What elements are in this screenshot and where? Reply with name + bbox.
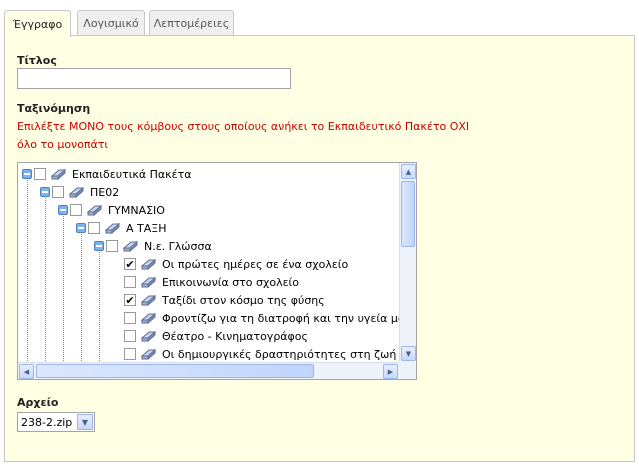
- tree-node-label: Ταξίδι στον κόσμο της φύσης: [162, 293, 325, 307]
- arrow-down-icon[interactable]: ▼: [401, 346, 416, 361]
- classification-tree[interactable]: Εκπαιδευτικά Πακέτα ΠΕ02 ΓΥΜΝΑΣΙΟ Α ΤΑΞΗ Ν.ε…: [17, 162, 417, 380]
- arrow-up-icon[interactable]: ▲: [401, 164, 416, 179]
- package-node-icon: [140, 257, 157, 271]
- tree-node[interactable]: Θέατρο - Κινηματογράφος: [124, 327, 308, 345]
- tab-details[interactable]: Λεπτομέρειες: [149, 10, 234, 36]
- tree-node-checkbox[interactable]: [124, 276, 136, 288]
- tree-node[interactable]: Ν.ε. Γλώσσα: [94, 237, 212, 255]
- tree-guide-line: [81, 231, 82, 367]
- package-node-icon: [140, 347, 157, 361]
- tree-node-label: Εκπαιδευτικά Πακέτα: [72, 167, 192, 181]
- tree-guide-line: [99, 249, 100, 367]
- tree-guide-line: [27, 177, 28, 367]
- tree-node[interactable]: Φροντίζω για τη διατροφή και την υγεία μ…: [124, 309, 411, 327]
- tree-node-label: ΠΕ02: [90, 185, 120, 199]
- tree-expander-icon[interactable]: [58, 205, 68, 215]
- tab-details-label: Λεπτομέρειες: [153, 17, 230, 30]
- tree-guide-line: [45, 195, 46, 367]
- classification-note-line1: Επιλέξτε ΜΟΝΟ τους κόμβους στους οποίους…: [17, 120, 470, 133]
- tree-node[interactable]: Οι δημιουργικές δραστηριότητες στη ζωή μ…: [124, 345, 417, 363]
- chevron-down-icon[interactable]: ▼: [77, 414, 93, 430]
- arrow-right-icon[interactable]: ▶: [383, 364, 398, 379]
- tree-node-checkbox[interactable]: [124, 348, 136, 360]
- tree-node-checkbox[interactable]: [124, 330, 136, 342]
- tree-node-checkbox[interactable]: [52, 186, 64, 198]
- vertical-scroll-thumb[interactable]: [401, 181, 415, 247]
- package-node-icon: [140, 293, 157, 307]
- tree-node-checkbox[interactable]: [88, 222, 100, 234]
- tree-node-checkbox[interactable]: [106, 240, 118, 252]
- tree-node-checkbox[interactable]: [124, 312, 136, 324]
- tree-node-label: Θέατρο - Κινηματογράφος: [162, 329, 308, 343]
- tree-node[interactable]: Ταξίδι στον κόσμο της φύσης: [124, 291, 325, 309]
- tree-node-label: Ν.ε. Γλώσσα: [144, 239, 212, 253]
- tree-guide-line: [63, 213, 64, 367]
- file-label: Αρχείο: [17, 396, 59, 409]
- document-panel: Τίτλος Ταξινόμηση Επιλέξτε ΜΟΝΟ τους κόμ…: [4, 35, 635, 462]
- tree-node-checkbox[interactable]: [124, 294, 136, 306]
- tree-node-checkbox[interactable]: [70, 204, 82, 216]
- package-node-icon: [68, 185, 85, 199]
- horizontal-scroll-thumb[interactable]: [36, 364, 314, 378]
- scroll-corner: [399, 362, 416, 379]
- tree-node-checkbox[interactable]: [124, 258, 136, 270]
- package-node-icon: [122, 239, 139, 253]
- tab-software[interactable]: Λογισμικό: [77, 10, 145, 36]
- tree-node-label: Οι δημιουργικές δραστηριότητες στη ζωή μ…: [162, 347, 417, 361]
- tree-node[interactable]: Επικοινωνία στο σχολείο: [124, 273, 299, 291]
- classification-label: Ταξινόμηση: [17, 102, 91, 115]
- tree-node-label: Φροντίζω για τη διατροφή και την υγεία μ…: [162, 311, 411, 325]
- tree-horizontal-scrollbar[interactable]: ◀ ▶: [18, 362, 399, 379]
- tree-node[interactable]: Α ΤΑΞΗ: [76, 219, 167, 237]
- package-node-icon: [140, 329, 157, 343]
- tree-node[interactable]: Εκπαιδευτικά Πακέτα: [22, 165, 191, 183]
- tree-expander-icon[interactable]: [94, 241, 104, 251]
- package-node-icon: [50, 167, 67, 181]
- arrow-left-icon[interactable]: ◀: [19, 364, 34, 379]
- package-node-icon: [140, 311, 157, 325]
- tab-document[interactable]: Έγγραφο: [4, 10, 71, 37]
- tree-node-label: Επικοινωνία στο σχολείο: [162, 275, 299, 289]
- title-label: Τίτλος: [17, 54, 57, 67]
- tree-node-checkbox[interactable]: [34, 168, 46, 180]
- tree-node[interactable]: ΠΕ02: [40, 183, 119, 201]
- tree-expander-icon[interactable]: [76, 223, 86, 233]
- package-node-icon: [86, 203, 103, 217]
- classification-note-line2: όλο το μονοπάτι: [17, 138, 109, 151]
- tree-node-label: ΓΥΜΝΑΣΙΟ: [108, 203, 165, 217]
- file-select-value: 238-2.zip: [21, 415, 73, 429]
- tree-expander-icon[interactable]: [40, 187, 50, 197]
- title-input[interactable]: [17, 68, 291, 89]
- file-select[interactable]: 238-2.zip ▼: [17, 412, 95, 432]
- tree-node-label: Οι πρώτες ημέρες σε ένα σχολείο: [162, 257, 349, 271]
- tab-bar: Έγγραφο Λογισμικό Λεπτομέρειες: [0, 0, 639, 37]
- package-node-icon: [140, 275, 157, 289]
- tab-software-label: Λογισμικό: [83, 17, 139, 30]
- tree-node[interactable]: Οι πρώτες ημέρες σε ένα σχολείο: [124, 255, 348, 273]
- tree-node-label: Α ΤΑΞΗ: [126, 221, 167, 235]
- package-node-icon: [104, 221, 121, 235]
- tree-node[interactable]: ΓΥΜΝΑΣΙΟ: [58, 201, 165, 219]
- tab-document-label: Έγγραφο: [12, 17, 63, 31]
- tree-expander-icon[interactable]: [22, 169, 32, 179]
- tree-vertical-scrollbar[interactable]: ▲ ▼: [399, 163, 416, 362]
